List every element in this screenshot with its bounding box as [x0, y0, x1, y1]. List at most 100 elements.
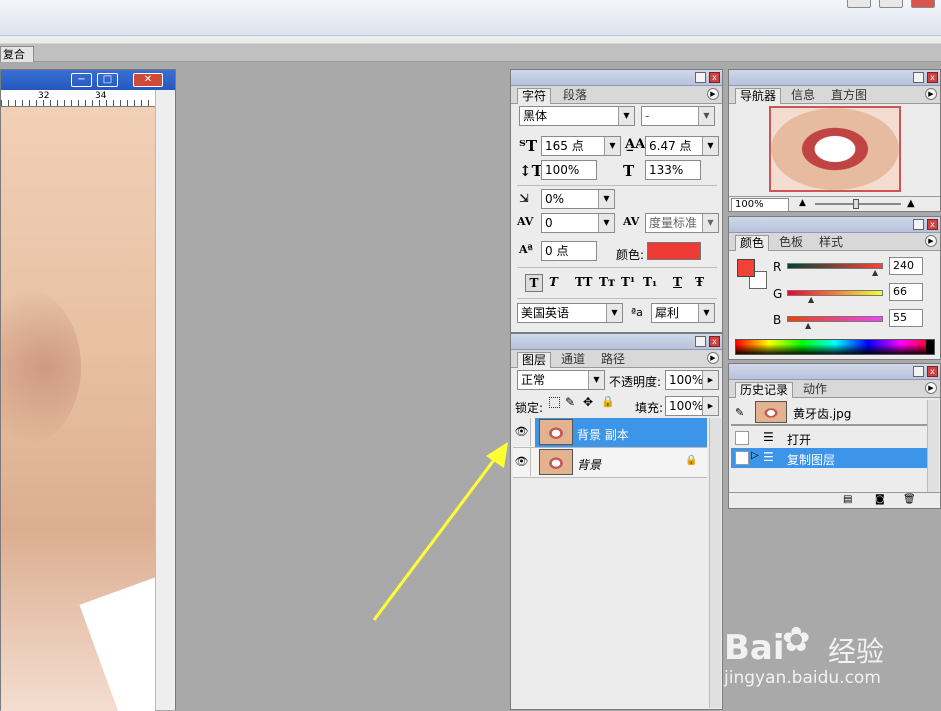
layer-row[interactable]: 👁 背景 🔒	[513, 448, 707, 478]
opacity-field[interactable]: 100% ▶	[665, 370, 719, 390]
app-maximize-button[interactable]	[879, 0, 903, 8]
subscript-button[interactable]: T₁	[643, 275, 657, 289]
kerning-field[interactable]: 0 ▼	[541, 213, 615, 233]
vertical-scale-field[interactable]: 100%	[541, 160, 597, 180]
layer-name[interactable]: 背景	[577, 456, 601, 473]
doc-close-button[interactable]: ✕	[133, 73, 163, 87]
layers-panel-header[interactable]: x	[511, 334, 722, 350]
tab-history[interactable]: 历史记录	[735, 382, 794, 398]
zoom-out-icon[interactable]: ▲	[799, 198, 806, 208]
doc-minimize-button[interactable]: −	[71, 73, 92, 87]
document-tab[interactable]: 复合	[0, 46, 34, 62]
foreground-color-swatch[interactable]	[737, 259, 755, 277]
horizontal-scale-field[interactable]: 133%	[645, 160, 701, 180]
green-value-field[interactable]: 66	[889, 283, 923, 301]
navigator-thumbnail[interactable]	[769, 106, 901, 192]
strikethrough-button[interactable]: Ŧ	[695, 275, 704, 289]
tracking-field[interactable]: 度量标准 ▼	[645, 213, 719, 233]
slider-thumb-icon[interactable]: ▲	[872, 268, 878, 277]
spectrum-black[interactable]	[926, 340, 934, 354]
zoom-field[interactable]: 100%	[731, 198, 789, 212]
superscript-button[interactable]: T¹	[621, 275, 635, 289]
panel-close-button[interactable]: x	[927, 366, 938, 377]
panel-close-button[interactable]: x	[709, 72, 720, 83]
tab-color[interactable]: 颜色	[735, 235, 770, 251]
leading-field[interactable]: 6.47 点 ▼	[645, 136, 719, 156]
tab-channels[interactable]: 通道	[557, 352, 589, 368]
new-snapshot-icon[interactable]: ◙	[875, 494, 885, 505]
document-title-bar[interactable]: − □ ✕	[1, 70, 175, 90]
trash-icon[interactable]: 🗑	[903, 494, 916, 505]
antialias-select[interactable]: 犀利 ▼	[651, 303, 715, 323]
history-step[interactable]: ☰ 打开	[731, 428, 927, 448]
tab-paragraph[interactable]: 段落	[559, 88, 591, 104]
tab-paths[interactable]: 路径	[597, 352, 629, 368]
new-document-icon[interactable]: ▤	[843, 494, 852, 505]
panel-minimize-button[interactable]	[913, 366, 924, 377]
lock-move-icon[interactable]: ✥	[583, 395, 593, 409]
font-family-select[interactable]: 黑体 ▼	[519, 106, 635, 126]
tab-styles[interactable]: 样式	[815, 235, 847, 251]
fill-field[interactable]: 100% ▶	[665, 396, 719, 416]
app-minimize-button[interactable]	[847, 0, 871, 8]
blend-mode-select[interactable]: 正常 ▼	[517, 370, 605, 390]
history-step[interactable]: ▷ ☰ 复制图层	[731, 448, 927, 468]
tab-swatches[interactable]: 色板	[775, 235, 807, 251]
history-panel-header[interactable]: x	[729, 364, 940, 380]
slider-thumb-icon[interactable]: ▲	[805, 321, 811, 330]
small-caps-button[interactable]: Tт	[599, 275, 615, 289]
panel-menu-icon[interactable]: ▶	[925, 88, 937, 100]
underline-button[interactable]: T	[673, 275, 682, 289]
zoom-slider-thumb[interactable]	[853, 199, 859, 209]
app-close-button[interactable]	[911, 0, 935, 8]
lock-all-icon[interactable]: 🔒	[601, 395, 615, 408]
panel-close-button[interactable]: x	[709, 336, 720, 347]
snapshot-brush-icon[interactable]: ✎	[735, 406, 744, 419]
font-style-select[interactable]: - ▼	[641, 106, 715, 126]
history-scrollbar[interactable]	[927, 400, 939, 492]
panel-menu-icon[interactable]: ▶	[925, 235, 937, 247]
tab-character[interactable]: 字符	[517, 88, 552, 104]
zoom-in-icon[interactable]: ▲	[907, 198, 915, 209]
text-color-swatch[interactable]	[647, 242, 701, 260]
panel-minimize-button[interactable]	[695, 336, 706, 347]
blue-slider[interactable]	[787, 316, 883, 322]
tab-layers[interactable]: 图层	[517, 352, 552, 368]
faux-bold-button[interactable]: T	[525, 274, 543, 292]
vertical-scrollbar[interactable]	[155, 90, 175, 710]
panel-menu-icon[interactable]: ▶	[707, 88, 719, 100]
character-panel-header[interactable]: x	[511, 70, 722, 86]
red-slider[interactable]	[787, 263, 883, 269]
panel-minimize-button[interactable]	[695, 72, 706, 83]
blue-value-field[interactable]: 55	[889, 309, 923, 327]
language-select[interactable]: 美国英语 ▼	[517, 303, 623, 323]
all-caps-button[interactable]: TT	[575, 275, 592, 289]
font-size-field[interactable]: 165 点 ▼	[541, 136, 621, 156]
image-canvas[interactable]	[1, 107, 155, 711]
tab-histogram[interactable]: 直方图	[827, 88, 871, 104]
panel-menu-icon[interactable]: ▶	[925, 382, 937, 394]
color-panel-header[interactable]: x	[729, 217, 940, 233]
panel-close-button[interactable]: x	[927, 72, 938, 83]
panel-close-button[interactable]: x	[927, 219, 938, 230]
tab-info[interactable]: 信息	[787, 88, 819, 104]
layer-name[interactable]: 背景 副本	[577, 426, 629, 443]
panel-minimize-button[interactable]	[913, 72, 924, 83]
history-snapshot-row[interactable]: ✎ 黄牙齿.jpg	[731, 400, 927, 426]
layers-scrollbar[interactable]	[709, 418, 721, 708]
doc-restore-button[interactable]: □	[97, 73, 118, 87]
red-value-field[interactable]: 240	[889, 257, 923, 275]
tsume-field[interactable]: 0% ▼	[541, 189, 615, 209]
lock-brush-icon[interactable]: ✎	[565, 395, 575, 409]
panel-minimize-button[interactable]	[913, 219, 924, 230]
faux-italic-button[interactable]: T	[549, 275, 558, 289]
panel-menu-icon[interactable]: ▶	[707, 352, 719, 364]
slider-thumb-icon[interactable]: ▲	[808, 295, 814, 304]
history-brush-source[interactable]	[735, 431, 749, 445]
baseline-shift-field[interactable]: 0 点	[541, 241, 597, 261]
green-slider[interactable]	[787, 290, 883, 296]
tab-actions[interactable]: 动作	[799, 382, 831, 398]
tab-navigator[interactable]: 导航器	[735, 88, 782, 104]
color-spectrum-bar[interactable]	[735, 339, 935, 355]
navigator-panel-header[interactable]: x	[729, 70, 940, 86]
